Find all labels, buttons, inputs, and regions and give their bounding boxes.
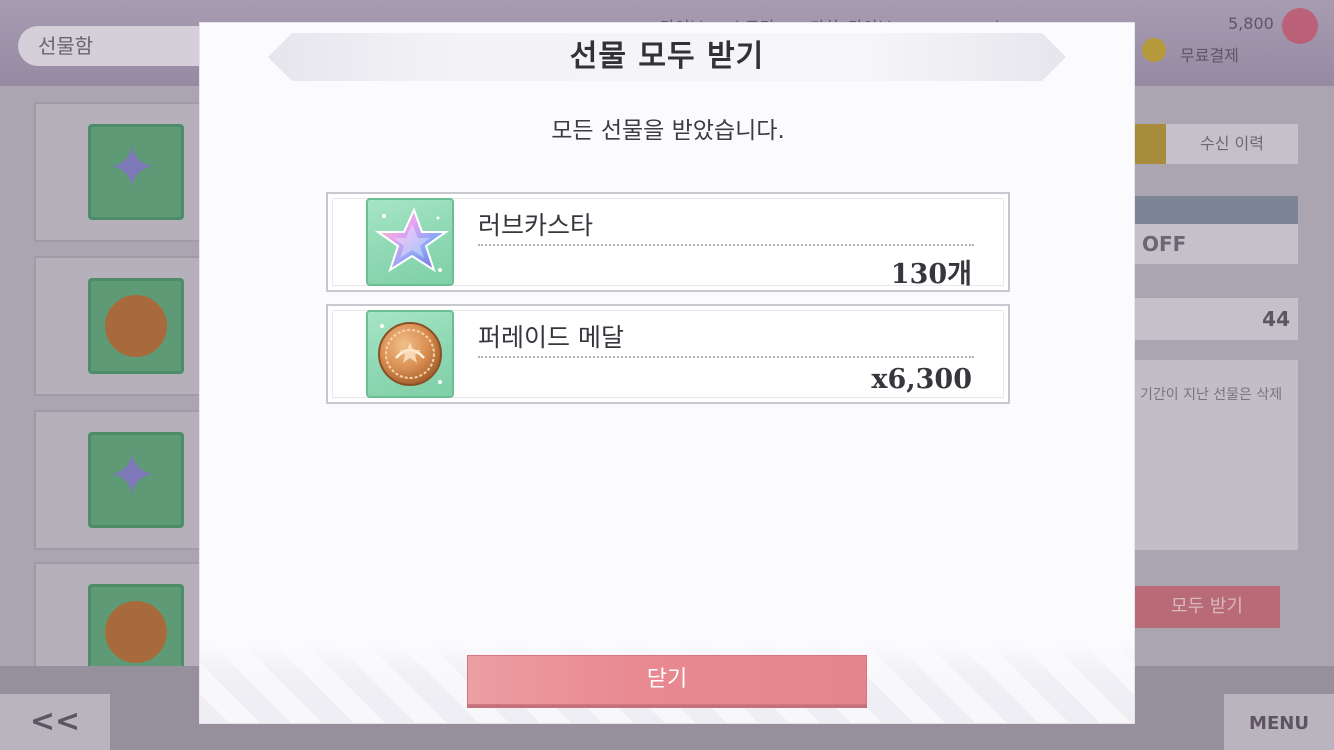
receive-all-button: 모두 받기 bbox=[1134, 586, 1280, 628]
history-button: 수신 이력 bbox=[1166, 124, 1298, 164]
expiry-note: 기간이 지난 선물은 삭제 bbox=[1134, 360, 1298, 550]
star-icon bbox=[88, 432, 184, 528]
sort-button bbox=[1134, 124, 1166, 164]
love-casta-star-icon bbox=[366, 198, 454, 286]
reward-quantity: 130개 bbox=[890, 259, 972, 290]
medal-icon bbox=[88, 278, 184, 374]
filter-header bbox=[1134, 196, 1298, 224]
dialog-title: 선물 모두 받기 bbox=[569, 39, 765, 74]
dialog-message: 모든 선물을 받았습니다. bbox=[551, 118, 785, 144]
reward-name: 퍼레이드 메달 bbox=[478, 323, 624, 352]
currency-label: 무료결제 bbox=[1180, 46, 1239, 65]
reward-row: 러브카스타 130개 bbox=[326, 192, 1010, 292]
gift-card bbox=[34, 410, 204, 550]
gift-count: 44 bbox=[1134, 298, 1298, 340]
screen-title: 선물함 bbox=[18, 26, 208, 66]
back-button: << bbox=[0, 694, 110, 750]
parade-medal-icon bbox=[366, 310, 454, 398]
gift-card bbox=[34, 102, 204, 242]
toggle-value: OFF bbox=[1134, 224, 1298, 264]
receive-all-dialog: 선물 모두 받기 모든 선물을 받았습니다. 러브카스타 130개 퍼레이드 메… bbox=[199, 22, 1135, 724]
coin-icon bbox=[1142, 38, 1166, 62]
star-icon bbox=[88, 124, 184, 220]
divider bbox=[478, 356, 974, 358]
heart-icon bbox=[1282, 8, 1318, 44]
reward-name: 러브카스타 bbox=[478, 211, 594, 240]
reward-row: 퍼레이드 메달 x6,300 bbox=[326, 304, 1010, 404]
close-button[interactable]: 닫기 bbox=[467, 655, 867, 705]
divider bbox=[478, 244, 974, 246]
gift-card bbox=[34, 256, 204, 396]
reward-quantity: x6,300 bbox=[871, 364, 972, 395]
menu-button: MENU bbox=[1224, 694, 1334, 750]
currency-value: 5,800 bbox=[1228, 14, 1274, 33]
dialog-header: 선물 모두 받기 bbox=[268, 33, 1066, 81]
